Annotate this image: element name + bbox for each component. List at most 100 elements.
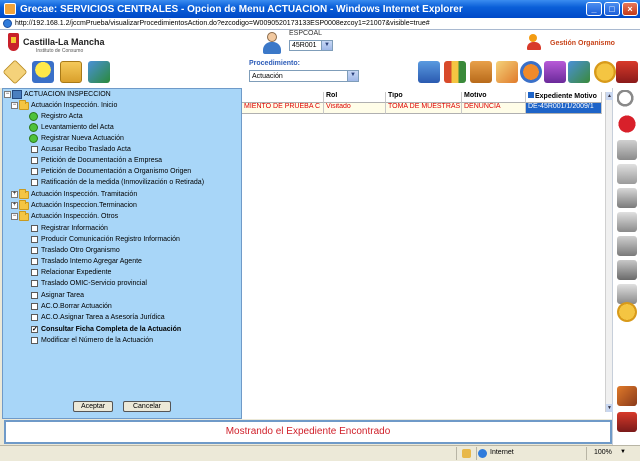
tree-item[interactable]: Traslado Interno Agregar Agente <box>31 256 142 267</box>
tree-item[interactable]: Relacionar Expediente <box>31 267 111 278</box>
checkbox[interactable] <box>31 168 38 175</box>
checkbox[interactable] <box>31 337 38 344</box>
checkbox[interactable] <box>31 314 38 321</box>
grid-header-cell[interactable] <box>242 92 324 102</box>
tree-group-label: Actuación Inspeccion.Terminacion <box>31 202 137 209</box>
tree-item[interactable]: Petición de Documentación a Organismo Or… <box>31 166 191 177</box>
network-icon[interactable] <box>88 61 110 83</box>
procedimiento-select[interactable]: Actuación ▼ <box>249 70 359 82</box>
tag-icon[interactable] <box>2 59 28 85</box>
tree-group-inicio[interactable]: − Actuación Inspección. Inicio <box>11 99 117 111</box>
collapse-icon[interactable]: − <box>11 213 18 220</box>
checkbox[interactable] <box>31 258 38 265</box>
collapse-icon[interactable]: − <box>11 102 18 109</box>
close-button[interactable]: × <box>622 2 638 16</box>
delete-icon[interactable] <box>617 236 637 256</box>
checkbox[interactable] <box>31 236 38 243</box>
tree-item[interactable]: Registro Acta <box>29 111 83 122</box>
collapse-icon[interactable]: − <box>4 91 11 98</box>
checkbox[interactable] <box>31 157 38 164</box>
address-bar[interactable]: http://192.168.1.2/jccmPrueba/visualizar… <box>0 18 640 30</box>
checkbox[interactable] <box>31 146 38 153</box>
search-icon[interactable] <box>617 90 637 110</box>
gestion-organismo-icon[interactable] <box>527 34 545 50</box>
attach-icon[interactable] <box>617 260 637 280</box>
maximize-button[interactable]: □ <box>604 2 620 16</box>
checkbox[interactable] <box>31 269 38 276</box>
tree-group-tramitacion[interactable]: + Actuación Inspección. Tramitación <box>11 188 137 200</box>
folder-icon <box>19 210 29 221</box>
table-cell[interactable]: Visitado <box>324 102 386 114</box>
minimize-button[interactable]: _ <box>586 2 602 16</box>
checkbox[interactable] <box>31 303 38 310</box>
tree-item-label: AC.O.Borrar Actuación <box>41 303 112 310</box>
expand-icon[interactable]: + <box>11 191 18 198</box>
grid-header-cell[interactable]: Tipo <box>386 92 462 102</box>
checkbox[interactable] <box>31 247 38 254</box>
sort-icon[interactable] <box>528 92 534 98</box>
checkbox[interactable] <box>31 179 38 186</box>
tree-item[interactable]: Producir Comunicación Registro Informaci… <box>31 234 180 245</box>
save-icon[interactable] <box>617 212 637 232</box>
checkbox[interactable] <box>31 225 38 232</box>
vertical-scrollbar[interactable]: ▲ ▼ <box>605 92 613 412</box>
tree-item[interactable]: AC.O.Asignar Tarea a Asesoría Jurídica <box>31 312 165 323</box>
hammer-icon[interactable] <box>617 386 637 406</box>
tree-item[interactable]: Levantamiento del Acta <box>29 122 114 133</box>
document-icon[interactable] <box>617 140 637 160</box>
scroll-up-icon[interactable]: ▲ <box>606 92 613 100</box>
chevron-down-icon[interactable]: ▼ <box>620 449 626 455</box>
address-url[interactable]: http://192.168.1.2/jccmPrueba/visualizar… <box>15 20 430 27</box>
laptop-icon[interactable] <box>418 61 440 83</box>
archive-icon[interactable] <box>470 61 492 83</box>
scroll-down-icon[interactable]: ▼ <box>606 404 613 412</box>
clipboard-icon[interactable] <box>617 164 637 184</box>
grid-header-cell[interactable]: Expediente Motivo <box>526 92 602 102</box>
tree-item[interactable]: Acusar Recibo Traslado Acta <box>31 144 131 155</box>
tree-root[interactable]: − ACTUACION INSPECCION <box>4 89 111 100</box>
checkbox-checked[interactable]: ✓ <box>31 326 38 333</box>
tree-item-selected[interactable]: ✓ Consultar Ficha Completa de la Actuació… <box>31 324 181 335</box>
tools-icon[interactable] <box>568 61 590 83</box>
grid-header-cell[interactable]: Rol <box>324 92 386 102</box>
cancel-button[interactable]: Cancelar <box>123 401 171 412</box>
tree-item[interactable]: Traslado OMIC-Servicio provincial <box>31 278 147 289</box>
gear-icon[interactable] <box>617 302 637 322</box>
checkbox[interactable] <box>31 280 38 287</box>
tree-item[interactable]: AC.O.Borrar Actuación <box>31 301 112 312</box>
zoom-level[interactable]: 100% <box>594 449 612 456</box>
user-organism-select[interactable]: 45R001 ▼ <box>289 40 333 51</box>
tree-item[interactable]: Ratificación de la medida (Inmovilizació… <box>31 177 204 188</box>
grid-header-cell[interactable]: Motivo <box>462 92 526 102</box>
print-icon[interactable] <box>617 284 637 304</box>
books-icon[interactable] <box>444 61 466 83</box>
back-icon[interactable] <box>617 114 637 134</box>
tags-icon[interactable] <box>496 61 518 83</box>
table-cell-selected[interactable]: DE-45R001/1/2009/1 <box>526 102 602 114</box>
tree-item[interactable]: Petición de Documentación a Empresa <box>31 155 162 166</box>
folder-icon[interactable] <box>60 61 82 83</box>
exit-icon[interactable] <box>616 61 638 83</box>
accept-button[interactable]: Aceptar <box>73 401 113 412</box>
table-cell[interactable]: DENUNCIA <box>462 102 526 114</box>
files-icon[interactable] <box>617 188 637 208</box>
tree-item[interactable]: Registrar Nueva Actuación <box>29 133 124 144</box>
settings-gear-icon[interactable] <box>594 61 616 83</box>
globe-icon[interactable] <box>520 61 542 83</box>
lightbulb-icon[interactable] <box>32 61 54 83</box>
tree-item[interactable]: Asignar Tarea <box>31 290 84 301</box>
gestion-organismo-link[interactable]: Gestión Organismo <box>550 40 615 47</box>
tree-group-otros[interactable]: − Actuación Inspección. Otros <box>11 210 118 222</box>
table-row[interactable]: MIENTO DE PRUEBA C Visitado TOMA DE MUES… <box>242 102 602 114</box>
users-icon[interactable] <box>544 61 566 83</box>
table-cell[interactable]: MIENTO DE PRUEBA C <box>242 102 324 114</box>
tree-group-terminacion[interactable]: + Actuación Inspeccion.Terminacion <box>11 199 137 211</box>
user-organism-value: 45R001 <box>292 42 317 49</box>
tree-item[interactable]: Traslado Otro Organismo <box>31 245 120 256</box>
truck-icon[interactable] <box>617 412 637 432</box>
tree-item[interactable]: Registrar Información <box>31 223 108 234</box>
table-cell[interactable]: TOMA DE MUESTRAS <box>386 102 462 114</box>
expand-icon[interactable]: + <box>11 202 18 209</box>
checkbox[interactable] <box>31 292 38 299</box>
tree-item[interactable]: Modificar el Número de la Actuación <box>31 335 153 346</box>
